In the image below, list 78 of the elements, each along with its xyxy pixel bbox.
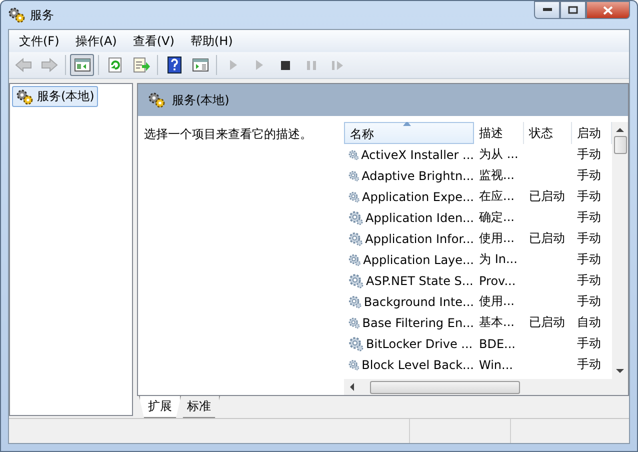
table-cell: 手动: [577, 294, 601, 308]
table-cell: 手动: [577, 189, 601, 203]
table-cell: BitLocker Drive ...: [366, 336, 473, 350]
description-text: 选择一个项目来查看它的描述。: [144, 127, 312, 141]
table-cell: 手动: [577, 210, 601, 224]
export-list-icon: [132, 56, 150, 74]
close-button[interactable]: [586, 1, 630, 19]
close-icon: [603, 6, 613, 14]
toolbar-button[interactable]: [70, 54, 94, 76]
gear-icon: [348, 252, 362, 268]
window-title: 服务: [30, 6, 54, 24]
table-cell: 已启动: [529, 189, 565, 203]
gear-icon: [348, 272, 364, 288]
minimize-button[interactable]: [534, 1, 560, 19]
scroll-up-icon: [616, 126, 624, 134]
table-cell: 已启动: [529, 315, 565, 329]
refresh-icon: [106, 56, 124, 74]
table-cell: 手动: [577, 231, 601, 245]
table-cell: 在应...: [479, 189, 514, 203]
gear-icon: [348, 314, 360, 330]
menu-item[interactable]: 查看(V): [124, 30, 182, 52]
table-cell: 手动: [577, 357, 601, 371]
scroll-left-icon: [348, 383, 356, 391]
table-cell: 为 In...: [479, 252, 518, 266]
table-cell: ASP.NET State S...: [366, 274, 474, 288]
minimize-icon: [542, 8, 552, 12]
gear-icon: [348, 230, 364, 246]
table-cell: Block Level Back...: [362, 358, 474, 372]
table-cell: Application Expe...: [362, 190, 474, 204]
table-cell: Prov...: [479, 274, 516, 288]
table-cell: 手动: [577, 252, 601, 266]
column-header[interactable]: 名称: [344, 122, 474, 144]
services-icon: [8, 7, 26, 23]
tab[interactable]: 扩展: [139, 396, 181, 418]
maximize-icon: [568, 6, 578, 14]
table-cell: 基本...: [479, 315, 514, 329]
sort-arrow-icon: [403, 122, 411, 126]
help-icon: [164, 56, 184, 74]
table-cell: 使用...: [479, 294, 514, 308]
table-cell: ActiveX Installer ...: [361, 148, 474, 162]
scroll-thumb[interactable]: [370, 380, 520, 394]
table-cell: Background Inte...: [364, 294, 474, 308]
table-cell: 手动: [577, 273, 601, 287]
scroll-down-icon: [616, 367, 624, 375]
scroll-thumb[interactable]: [614, 136, 626, 154]
properties-icon: [190, 56, 210, 74]
table-cell: Application Laye...: [363, 252, 474, 266]
table-cell: 使用...: [479, 231, 514, 245]
table-cell: 为从 ...: [479, 147, 518, 161]
table-cell: 确定...: [479, 210, 514, 224]
forward-arrow-icon: [40, 56, 58, 74]
back-arrow-icon: [14, 56, 32, 74]
gear-icon: [348, 336, 364, 352]
pane-toggle-icon: [72, 56, 92, 74]
table-cell: 监视...: [479, 168, 514, 182]
table-cell: 已启动: [529, 231, 565, 245]
gear-icon: [348, 294, 362, 310]
vertical-scrollbar[interactable]: [612, 122, 628, 379]
services-icon: [16, 88, 34, 104]
tree-item[interactable]: 服务(本地): [12, 86, 98, 107]
table-cell: 手动: [577, 336, 601, 350]
menu-item[interactable]: 操作(A): [67, 30, 125, 52]
table-cell: 手动: [577, 147, 601, 161]
table-cell: Application Infor...: [365, 232, 474, 246]
table-cell: Adaptive Brightn...: [362, 168, 474, 182]
menu-item[interactable]: 文件(F): [11, 30, 68, 52]
horizontal-scrollbar[interactable]: [344, 379, 628, 395]
table-cell: Win...: [479, 358, 513, 372]
table-cell: 手动: [577, 168, 601, 182]
services-icon: [148, 92, 166, 108]
gear-icon: [348, 210, 364, 226]
table-cell: 自动: [577, 315, 601, 329]
table-cell: BDE...: [479, 336, 516, 350]
table-cell: Application Iden...: [366, 210, 474, 224]
panel-title: 服务(本地): [172, 92, 230, 108]
table-cell: Base Filtering En...: [362, 316, 474, 330]
maximize-button[interactable]: [560, 1, 586, 19]
menu-item[interactable]: 帮助(H): [182, 30, 241, 52]
